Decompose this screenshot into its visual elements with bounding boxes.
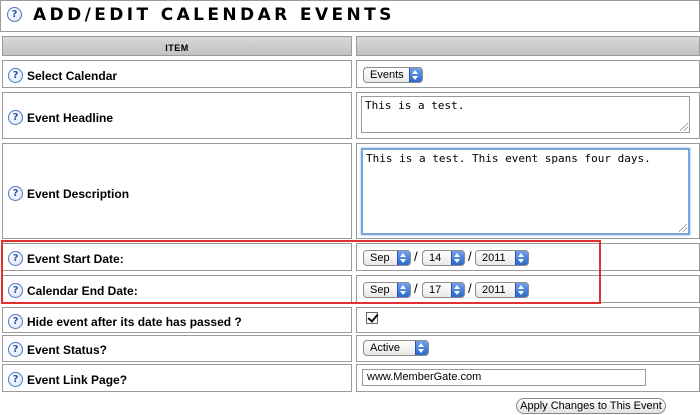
updown-arrows-icon xyxy=(515,251,528,265)
start-month-select[interactable]: Sep xyxy=(363,250,411,266)
value-column-header xyxy=(356,36,700,56)
page-title: ADD/EDIT CALENDAR EVENTS xyxy=(33,5,395,25)
help-icon[interactable]: ? xyxy=(7,7,22,22)
checkmark-icon xyxy=(367,311,379,323)
help-icon[interactable]: ? xyxy=(8,283,23,298)
table-header-row: ITEM xyxy=(0,36,700,56)
updown-arrows-icon xyxy=(397,251,410,265)
event-description-textarea[interactable]: This is a test. This event spans four da… xyxy=(361,148,690,235)
end-month-select[interactable]: Sep xyxy=(363,282,411,298)
help-icon[interactable]: ? xyxy=(8,110,23,125)
help-icon[interactable]: ? xyxy=(8,372,23,387)
event-headline-textarea[interactable]: This is a test. xyxy=(361,96,690,133)
event-link-page-row: ? Event Link Page? www.MemberGate.com xyxy=(0,364,700,392)
event-headline-row: ? Event Headline This is a test. xyxy=(0,92,700,139)
resize-grip-icon[interactable] xyxy=(680,123,688,131)
event-description-row: ? Event Description This is a test. This… xyxy=(0,143,700,239)
date-separator: / xyxy=(414,249,418,264)
date-separator: / xyxy=(468,281,472,296)
item-column-header: ITEM xyxy=(2,36,352,56)
select-calendar-label: Select Calendar xyxy=(27,68,118,83)
date-separator: / xyxy=(468,249,472,264)
help-icon[interactable]: ? xyxy=(8,314,23,329)
calendar-select[interactable]: Events xyxy=(363,67,423,83)
start-year-select[interactable]: 2011 xyxy=(475,250,529,266)
event-headline-label: Event Headline xyxy=(27,110,114,125)
date-separator: / xyxy=(414,281,418,296)
updown-arrows-icon xyxy=(451,283,464,297)
end-year-select[interactable]: 2011 xyxy=(475,282,529,298)
end-day-select[interactable]: 17 xyxy=(422,282,465,298)
help-icon[interactable]: ? xyxy=(8,186,23,201)
resize-grip-icon[interactable] xyxy=(679,224,687,232)
event-link-page-label: Event Link Page? xyxy=(27,372,128,387)
help-icon[interactable]: ? xyxy=(8,342,23,357)
event-status-row: ? Event Status? Active xyxy=(0,335,700,362)
start-day-select[interactable]: 14 xyxy=(422,250,465,266)
hide-event-row: ? Hide event after its date has passed ? xyxy=(0,307,700,333)
updown-arrows-icon xyxy=(451,251,464,265)
updown-arrows-icon xyxy=(409,68,422,82)
select-calendar-row: ? Select Calendar Events xyxy=(0,60,700,88)
calendar-end-date-label: Calendar End Date: xyxy=(27,283,138,298)
event-description-label: Event Description xyxy=(27,186,130,201)
help-icon[interactable]: ? xyxy=(8,68,23,83)
event-start-date-row: ? Event Start Date: Sep / 14 / 2011 xyxy=(0,243,700,271)
item-column-label: ITEM xyxy=(165,43,189,53)
event-status-select[interactable]: Active xyxy=(363,340,429,356)
event-status-label: Event Status? xyxy=(27,342,108,357)
event-link-page-input[interactable]: www.MemberGate.com xyxy=(362,369,646,386)
calendar-end-date-row: ? Calendar End Date: Sep / 17 / 2011 xyxy=(0,275,700,303)
updown-arrows-icon xyxy=(397,283,410,297)
updown-arrows-icon xyxy=(515,283,528,297)
updown-arrows-icon xyxy=(415,341,428,355)
apply-changes-button[interactable]: Apply Changes to This Event xyxy=(516,398,666,414)
hide-event-checkbox[interactable] xyxy=(366,311,379,324)
hide-event-label: Hide event after its date has passed ? xyxy=(27,314,242,329)
event-start-date-label: Event Start Date: xyxy=(27,251,124,266)
page-header: ? ADD/EDIT CALENDAR EVENTS xyxy=(0,0,700,32)
help-icon[interactable]: ? xyxy=(8,251,23,266)
